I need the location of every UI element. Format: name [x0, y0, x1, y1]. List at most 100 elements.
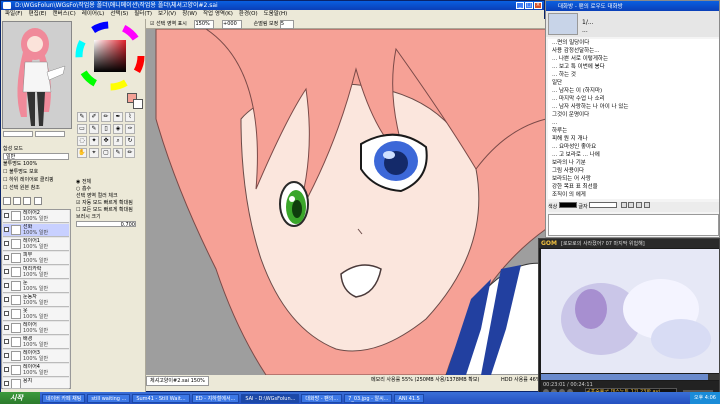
stabilizer-select[interactable]: 5 — [279, 20, 294, 29]
background-color-swatch[interactable] — [133, 99, 143, 109]
lasso-tool-icon[interactable]: ◌ — [77, 136, 87, 146]
visibility-icon[interactable] — [4, 227, 9, 232]
angle-field[interactable]: +000 — [222, 20, 243, 29]
airbrush-tool-icon[interactable]: ✐ — [89, 112, 99, 122]
layer-row[interactable]: 눈동자 100% 일반 — [3, 294, 69, 307]
menu-file[interactable]: 파일(F) — [5, 10, 23, 19]
layer-row[interactable]: 레이어2 100% 일반 — [3, 210, 69, 223]
pen-tool-icon[interactable]: ✎ — [77, 112, 87, 122]
visibility-icon[interactable] — [4, 381, 9, 386]
select-toggle-check[interactable]: ☑ — [150, 21, 154, 27]
pen-sub-icon[interactable]: ✎ — [113, 148, 123, 158]
layer-row[interactable]: 피부 100% 일반 — [3, 252, 69, 265]
layer-row[interactable]: 레이어1 100% 일반 — [3, 238, 69, 251]
eraser-tool-icon[interactable]: ▭ — [77, 124, 87, 134]
select-pen-icon[interactable]: ✎ — [89, 124, 99, 134]
video-area[interactable] — [541, 249, 719, 373]
layer-row[interactable]: 레이어 100% 일반 — [3, 322, 69, 335]
maximize-button[interactable]: □ — [525, 2, 533, 9]
watercolor-tool-icon[interactable]: ✒ — [113, 112, 123, 122]
text-color-select[interactable] — [558, 202, 577, 208]
layer-row[interactable]: 용지 — [3, 378, 69, 389]
brush-sub-icon[interactable]: ✏ — [125, 148, 135, 158]
merge-down-icon[interactable] — [23, 197, 32, 205]
visibility-icon[interactable] — [4, 311, 9, 316]
stabilizer-label: 손떨림 보정 — [253, 21, 279, 27]
taskbar-item[interactable]: ANI 41.5 — [394, 393, 424, 403]
close-button[interactable]: × — [534, 2, 542, 9]
chat-input[interactable] — [548, 214, 719, 236]
rect-select-icon[interactable]: ▢ — [101, 148, 111, 158]
menu-canvas[interactable]: 캔버스(C) — [52, 10, 75, 19]
visibility-icon[interactable] — [4, 339, 9, 344]
select-eraser-icon[interactable]: ▯ — [101, 124, 111, 134]
menu-filter[interactable]: 필터(T) — [134, 10, 152, 19]
navigator-thumbnail[interactable] — [2, 21, 72, 129]
drawing-canvas[interactable] — [146, 29, 546, 375]
chat-message-list[interactable]: ...면의 밀당이다 사용 감정선달하는... ... 나쁜 서로 이렇게하는 … — [548, 39, 719, 199]
bold-button[interactable] — [620, 202, 627, 208]
menu-layer[interactable]: 레이어(L) — [82, 10, 105, 19]
layer-thumbnail — [11, 309, 21, 319]
menu-options[interactable]: 환경(O) — [239, 10, 258, 19]
rotate-tool-icon[interactable]: ↻ — [125, 136, 135, 146]
layer-row[interactable]: 배경 100% 일반 — [3, 336, 69, 349]
visibility-icon[interactable] — [4, 213, 9, 218]
menu-workspace[interactable]: 작업 영역(K) — [203, 10, 233, 19]
new-layer-icon[interactable] — [3, 197, 11, 205]
visibility-icon[interactable] — [4, 325, 9, 330]
emoticon-button[interactable] — [643, 202, 650, 208]
seek-bar[interactable] — [541, 374, 719, 380]
visibility-icon[interactable] — [4, 255, 9, 260]
taskbar-item-active[interactable]: SAI - D:\WGsFolun... — [241, 393, 300, 403]
layer-row[interactable]: 옷 100% 일반 — [3, 308, 69, 321]
visibility-icon[interactable] — [4, 297, 9, 302]
visibility-icon[interactable] — [4, 367, 9, 372]
visibility-icon[interactable] — [4, 269, 9, 274]
visibility-icon[interactable] — [4, 353, 9, 358]
layer-row[interactable]: 눈 100% 일반 — [3, 280, 69, 293]
underline-button[interactable] — [635, 202, 642, 208]
hand-tool-icon[interactable]: ✋ — [77, 148, 87, 158]
italic-button[interactable] — [628, 202, 635, 208]
taskbar-item[interactable]: 네이버 카페 채팅 — [42, 393, 86, 403]
font-size-select[interactable] — [589, 202, 618, 208]
brush-size-field[interactable]: 0.700 — [76, 221, 136, 228]
marker-tool-icon[interactable]: ⌇ — [125, 112, 135, 122]
menu-help[interactable]: 도움말(H) — [264, 10, 288, 19]
new-folder-icon[interactable] — [13, 197, 22, 205]
layer-thumbnail — [11, 253, 21, 263]
zoom-tool-icon[interactable]: ⌕ — [113, 136, 123, 146]
visibility-icon[interactable] — [4, 283, 9, 288]
brush-tool-icon[interactable]: ✏ — [101, 112, 111, 122]
layer-thumbnail — [11, 267, 21, 277]
layer-row[interactable]: 레이어3 100% 일반 — [3, 350, 69, 363]
binary-pen-icon[interactable]: ✑ — [125, 124, 135, 134]
minimize-button[interactable]: _ — [516, 2, 524, 9]
document-tab[interactable]: 체셔고양이#2.sai 150% — [146, 376, 209, 386]
menu-window[interactable]: 창(W) — [182, 10, 197, 19]
magic-wand-icon[interactable]: ✦ — [89, 136, 99, 146]
blend-mode-select[interactable]: 일반 — [3, 153, 69, 160]
taskbar-item[interactable]: 7_03.jpg - 알씨... — [344, 393, 393, 403]
taskbar-item[interactable]: Sum41 - Still Wait... — [132, 393, 190, 403]
chat-message: 사용 감정선달하는... — [552, 48, 600, 54]
clock[interactable]: 오후 4:06 — [694, 395, 716, 401]
layer-row[interactable]: 머리카락 100% 일반 — [3, 266, 69, 279]
layer-row-selected[interactable]: 선화 100% 일반 — [3, 224, 69, 237]
taskbar-item[interactable]: still waiting ... — [87, 393, 131, 403]
zoom-field[interactable]: 150% — [194, 20, 215, 29]
color-check-label: 선택 영역 컬러 체크 — [76, 193, 118, 199]
move-tool-icon[interactable]: ✥ — [101, 136, 111, 146]
menu-edit[interactable]: 편집(E) — [29, 10, 47, 19]
visibility-icon[interactable] — [4, 241, 9, 246]
taskbar-item[interactable]: 대화방 - 팬의... — [301, 393, 343, 403]
picker-tool-icon[interactable]: ⌖ — [89, 148, 99, 158]
menu-select[interactable]: 선택(S) — [110, 10, 128, 19]
start-button[interactable]: 시작 — [0, 392, 40, 404]
layer-row[interactable]: 레이어4 100% 일반 — [3, 364, 69, 377]
bucket-tool-icon[interactable]: ◈ — [113, 124, 123, 134]
taskbar-item[interactable]: ED - 지하철에서... — [191, 393, 240, 403]
menu-view[interactable]: 보기(V) — [158, 10, 176, 19]
delete-layer-icon[interactable] — [33, 197, 42, 205]
